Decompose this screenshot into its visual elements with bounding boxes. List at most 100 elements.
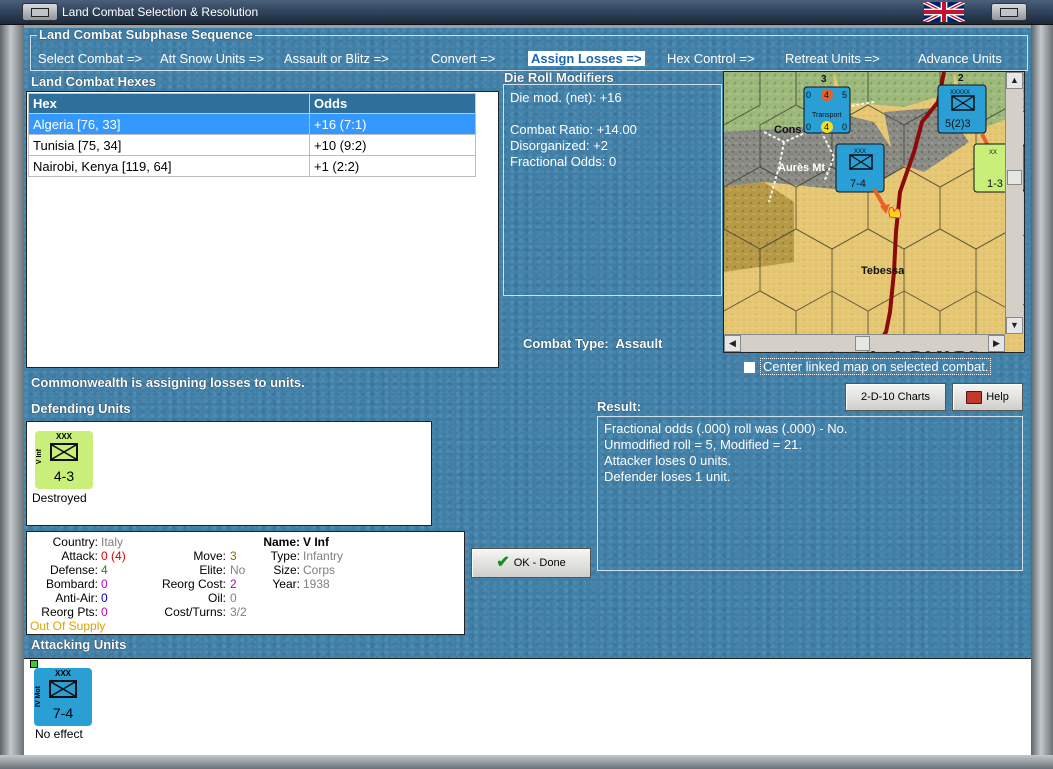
column-header-odds[interactable]: Odds [309,93,476,114]
center-map-label[interactable]: Center linked map on selected combat. [760,358,992,375]
bottom-frame [0,755,1053,769]
map-label-tebessa: Tebessa [861,265,905,277]
map-counter-iv-mot[interactable]: XXX 7-4 [835,143,885,193]
right-rail [1031,24,1053,755]
scroll-thumb[interactable] [855,336,870,351]
table-row[interactable]: Algeria [76, 33] +16 (7:1) [28,113,476,135]
attacking-unit-status: No effect [35,727,83,741]
land-combat-hexes-list: Hex Odds Algeria [76, 33] +16 (7:1) Tuni… [26,91,499,368]
checkmark-icon: ✔ [496,554,510,572]
scroll-up-arrow-icon[interactable]: ▲ [1006,72,1023,89]
ok-done-button[interactable]: ✔ OK - Done [471,548,591,578]
hex-cell: Nairobi, Kenya [119, 64] [28,155,310,177]
odds-cell: +1 (2:2) [309,155,476,177]
unit-attack: 0 (4) [101,549,126,563]
result-line: Attacker loses 0 units. [604,453,732,468]
status-message: Commonwealth is assigning losses to unit… [31,375,305,390]
unit-name: V Inf [303,535,329,549]
book-icon [966,390,983,404]
step-assign-losses: Assign Losses => [528,51,645,66]
combat-ratio: Combat Ratio: +14.00 [510,122,637,137]
scroll-down-arrow-icon[interactable]: ▼ [1006,317,1023,334]
unit-supply-status: Out Of Supply [30,619,106,633]
hex-cell: Algeria [76, 33] [28,113,310,135]
scroll-left-arrow-icon[interactable]: ◀ [724,335,741,352]
scroll-right-arrow-icon[interactable]: ▶ [988,335,1005,352]
hex-table: Hex Odds Algeria [76, 33] +16 (7:1) Tuni… [28,93,476,177]
svg-text:XXX: XXX [854,149,866,155]
svg-text:3: 3 [821,74,827,85]
defending-units-panel: XXX V Inf 4-3 Destroyed [26,421,432,526]
help-button[interactable]: Help [952,383,1023,411]
title-bar: Land Combat Selection & Resolution [0,0,1053,25]
unit-info-panel: Country: Italy Attack: 0 (4) Defense: 4 … [26,531,465,635]
map-vertical-scrollbar[interactable]: ▲ ▼ [1005,72,1023,334]
main-content: Land Combat Subphase Sequence Select Com… [24,28,1031,755]
table-row[interactable]: Nairobi, Kenya [119, 64] +1 (2:2) [28,155,476,177]
svg-text:2: 2 [958,73,964,84]
unit-move: 3 [230,549,237,563]
odds-cell: +10 (9:2) [309,134,476,156]
map-canvas[interactable]: Cons Aurès Mt Tebessa TUNISI 3 0 4 5 Tra… [724,72,1024,352]
disorganized: Disorganized: +2 [510,138,608,153]
unit-size: Corps [303,563,336,577]
unit-antiair: 0 [101,591,108,605]
map-horizontal-scrollbar[interactable]: ◀ ▶ [724,334,1005,352]
step-hex-control: Hex Control => [667,51,755,66]
result-line: Fractional odds (.000) roll was (.000) -… [604,421,848,436]
center-map-checkbox[interactable] [743,361,756,374]
result-line: Unmodified roll = 5, Modified = 21. [604,437,802,452]
odds-cell: +16 (7:1) [309,113,476,135]
linked-map[interactable]: Cons Aurès Mt Tebessa TUNISI 3 0 4 5 Tra… [723,71,1025,353]
ok-done-label: OK - Done [513,557,566,570]
step-retreat-units: Retreat Units => [785,51,880,66]
svg-text:4: 4 [824,122,829,132]
subphase-sequence-steps: Select Combat => Att Snow Units => Assau… [31,51,1027,67]
map-label-aures: Aurès Mt [778,162,825,174]
combat-type-label: Combat Type: [523,336,609,351]
svg-text:5(2)3: 5(2)3 [945,118,971,130]
svg-text:4: 4 [824,90,829,100]
motorized-symbol-icon [49,680,77,698]
unit-reorg-cost: 2 [230,577,237,591]
unit-cost-turns: 3/2 [230,605,247,619]
subphase-sequence-title: Land Combat Subphase Sequence [37,28,255,42]
fractional-odds: Fractional Odds: 0 [510,154,617,169]
step-convert: Convert => [431,51,496,66]
die-roll-modifiers-title: Die Roll Modifiers [504,70,614,85]
supply-marker-icon [30,660,38,668]
combat-type-value: Assault [615,336,663,351]
close-window-button[interactable] [991,3,1027,21]
infantry-symbol-icon [50,443,78,461]
step-advance-units: Advance Units [918,51,1002,66]
svg-text:XX: XX [989,150,997,156]
attacking-unit-counter[interactable]: XXX IV Mot 7-4 [34,668,92,726]
svg-text:1-3: 1-3 [987,178,1003,190]
minimize-button[interactable] [22,3,58,21]
step-assault-or-blitz: Assault or Blitz => [284,51,389,66]
unit-elite: No [230,563,246,577]
charts-button[interactable]: 2-D-10 Charts [845,383,946,411]
svg-text:0: 0 [842,122,847,132]
unit-defense: 4 [101,563,108,577]
result-title: Result: [597,399,642,414]
defending-unit-counter[interactable]: XXX V Inf 4-3 [35,431,93,489]
step-att-snow-units: Att Snow Units => [160,51,265,66]
scroll-thumb[interactable] [1007,170,1022,185]
unit-reorg-pts: 0 [101,605,108,619]
unit-bombard: 0 [101,577,108,591]
attacking-units-title: Attacking Units [31,637,127,652]
column-header-hex[interactable]: Hex [28,93,310,114]
unit-oil: 0 [230,591,237,605]
table-row[interactable]: Tunisia [75, 34] +10 (9:2) [28,134,476,156]
window-title: Land Combat Selection & Resolution [62,5,259,19]
subphase-sequence-box: Land Combat Subphase Sequence Select Com… [30,28,1028,71]
svg-text:0: 0 [806,90,811,100]
result-line: Defender loses 1 unit. [604,469,731,484]
combat-type: Combat Type: Assault [523,336,662,351]
die-roll-modifiers-box: Die mod. (net): +16 Combat Ratio: +14.00… [503,84,722,296]
attacking-units-panel: XXX IV Mot 7-4 No effect [24,658,1031,755]
union-jack-flag-icon [923,2,965,22]
defending-units-title: Defending Units [31,401,131,416]
land-combat-hexes-title: Land Combat Hexes [31,74,156,89]
